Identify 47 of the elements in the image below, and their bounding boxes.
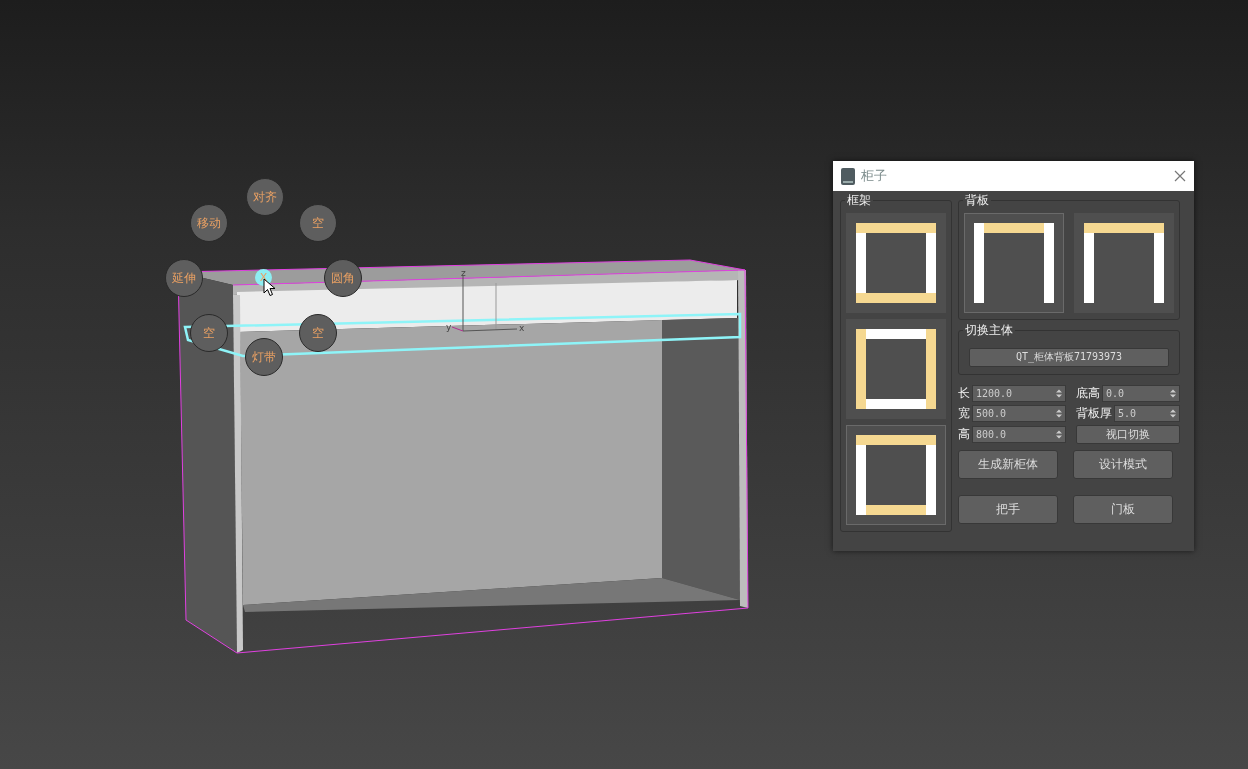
group-title: 背板	[963, 192, 991, 209]
spinner-icon[interactable]	[1056, 388, 1062, 398]
action-button[interactable]: 生成新柜体	[958, 449, 1058, 479]
app-icon	[841, 167, 855, 185]
radial-menu-item[interactable]: 延伸	[165, 259, 203, 297]
field-label: 长	[958, 384, 970, 402]
radial-menu-item[interactable]: 移动	[190, 204, 228, 242]
number-field[interactable]: 0.0	[1102, 384, 1180, 402]
field-label: 底高	[1076, 384, 1100, 402]
action-button[interactable]: 把手	[958, 494, 1058, 524]
layout-option[interactable]	[846, 425, 946, 525]
layout-option[interactable]	[846, 213, 946, 313]
close-icon	[1174, 170, 1186, 182]
layout-option[interactable]	[1074, 213, 1174, 313]
axis-label: x	[519, 323, 525, 333]
number-field[interactable]: 1200.0	[972, 384, 1066, 402]
spinner-icon[interactable]	[1170, 408, 1176, 418]
panel-layout-icon	[856, 223, 936, 303]
body-select-button[interactable]: QT_柜体背板71793973	[969, 347, 1169, 367]
close-button[interactable]	[1174, 170, 1186, 182]
number-field[interactable]: 5.0	[1114, 404, 1180, 422]
spinner-icon[interactable]	[1056, 429, 1062, 439]
panel-layout-icon	[856, 329, 936, 409]
view-switch-button[interactable]: 视口切换	[1076, 424, 1180, 444]
number-field[interactable]: 800.0	[972, 425, 1066, 443]
field-label: 背板厚	[1076, 404, 1112, 422]
number-field[interactable]: 500.0	[972, 404, 1066, 422]
field-label: 高	[958, 425, 970, 443]
radial-menu-item[interactable]: 空	[299, 204, 337, 242]
panel-layout-icon	[1084, 223, 1164, 303]
axis-gizmo	[451, 275, 518, 332]
panel-layout-icon	[856, 435, 936, 515]
group-title: 切换主体	[963, 322, 1015, 339]
axis-label: y	[446, 322, 452, 332]
layout-option[interactable]	[846, 319, 946, 419]
field-label: 宽	[958, 404, 970, 422]
window-title: 柜子	[861, 167, 888, 185]
layout-option[interactable]	[964, 213, 1064, 313]
spinner-icon[interactable]	[1170, 388, 1176, 398]
radial-menu-item[interactable]: 对齐	[246, 178, 284, 216]
panel-layout-icon	[974, 223, 1054, 303]
group-title: 框架	[845, 192, 873, 209]
spinner-icon[interactable]	[1056, 408, 1062, 418]
action-button[interactable]: 门板	[1073, 494, 1173, 524]
action-button[interactable]: 设计模式	[1073, 449, 1173, 479]
axis-label: z	[461, 268, 466, 278]
radial-menu-item[interactable]: 圆角	[324, 259, 362, 297]
